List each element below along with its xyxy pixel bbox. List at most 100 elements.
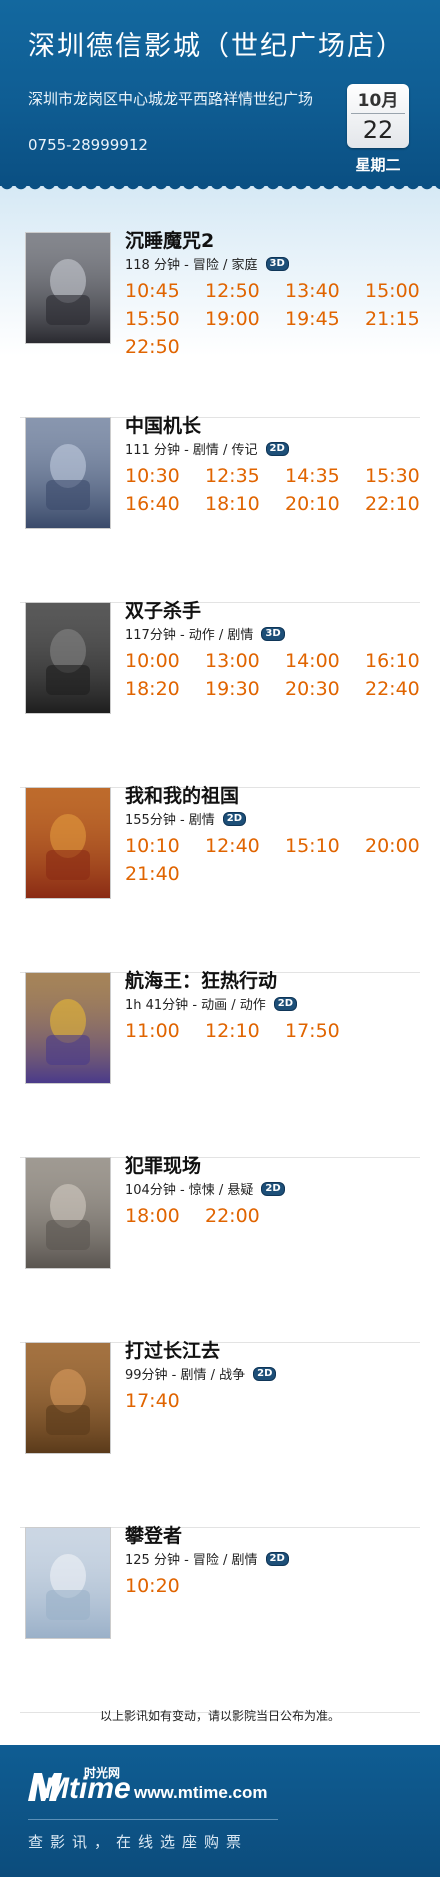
showtime-button[interactable]: 16:40 (125, 493, 180, 515)
showtime-button[interactable]: 10:45 (125, 280, 180, 302)
movie-meta-row: 104分钟 - 惊悚 / 悬疑 2D (125, 1179, 285, 1198)
showtime-button[interactable]: 21:15 (365, 308, 420, 330)
movie-meta-row: 111 分钟 - 剧情 / 传记 2D (125, 439, 289, 458)
movie-item[interactable]: 犯罪现场 104分钟 - 惊悚 / 悬疑 2D 18:00 22:00 (20, 1155, 420, 1343)
movie-title[interactable]: 双子杀手 (125, 596, 201, 623)
cinema-address: 深圳市龙岗区中心城龙平西路祥情世纪广场 (28, 90, 314, 108)
disclaimer-text: 以上影讯如有变动，请以影院当日公布为准。 (99, 1709, 340, 1723)
cinema-phone[interactable]: 0755-28999912 (28, 136, 148, 154)
showtime-button[interactable]: 20:30 (285, 678, 340, 700)
footer-divider (28, 1819, 278, 1820)
movie-item[interactable]: 打过长江去 99分钟 - 剧情 / 战争 2D 17:40 (20, 1340, 420, 1528)
showtime-button[interactable]: 19:45 (285, 308, 340, 330)
movie-meta: 99分钟 - 剧情 / 战争 (125, 1368, 246, 1383)
showtime-button[interactable]: 10:20 (125, 1575, 180, 1597)
movie-poster-image[interactable] (25, 972, 111, 1084)
showtime-button[interactable]: 22:50 (125, 336, 180, 358)
showtime-button[interactable]: 17:50 (285, 1020, 340, 1042)
movie-title[interactable]: 沉睡魔咒2 (125, 226, 214, 253)
movie-poster-image[interactable] (25, 232, 111, 344)
brand-word: Mtime (44, 1772, 131, 1805)
movie-meta-row: 99分钟 - 剧情 / 战争 2D (125, 1364, 277, 1383)
movie-item[interactable]: 攀登者 125 分钟 - 冒险 / 剧情 2D 10:20 (20, 1525, 420, 1713)
showtime-button[interactable]: 22:40 (365, 678, 420, 700)
format-badge: 3D (261, 626, 285, 641)
brand-url[interactable]: www.mtime.com (134, 1783, 268, 1803)
movie-meta: 104分钟 - 惊悚 / 悬疑 (125, 1183, 254, 1198)
header-scallop-edge (0, 183, 440, 199)
cinema-schedule-page: 深圳德信影城（世纪广场店） 深圳市龙岗区中心城龙平西路祥情世纪广场 0755-2… (0, 0, 440, 1877)
format-badge: 2D (261, 1181, 285, 1196)
showtime-button[interactable]: 11:00 (125, 1020, 180, 1042)
showtime-button[interactable]: 22:10 (365, 493, 420, 515)
movie-meta-row: 118 分钟 - 冒险 / 家庭 3D (125, 254, 289, 273)
showtime-button[interactable]: 12:50 (205, 280, 260, 302)
footer-tagline: 查影讯，在线选座购票 (28, 1833, 249, 1851)
showtime-button[interactable]: 15:00 (365, 280, 420, 302)
movie-meta: 125 分钟 - 冒险 / 剧情 (125, 1553, 258, 1568)
format-badge: 3D (265, 256, 289, 271)
movie-title[interactable]: 航海王：狂热行动 (125, 966, 277, 993)
movie-title[interactable]: 打过长江去 (125, 1336, 220, 1363)
movie-poster-image[interactable] (25, 1157, 111, 1269)
showtime-button[interactable]: 15:50 (125, 308, 180, 330)
showtime-button[interactable]: 10:10 (125, 835, 180, 857)
movie-meta: 118 分钟 - 冒险 / 家庭 (125, 258, 258, 273)
movie-title[interactable]: 我和我的祖国 (125, 781, 239, 808)
showtime-button[interactable]: 18:10 (205, 493, 260, 515)
showtime-button[interactable]: 19:30 (205, 678, 260, 700)
movie-meta-row: 155分钟 - 剧情 2D (125, 809, 247, 828)
showtime-button[interactable]: 21:40 (125, 863, 180, 885)
movie-poster-image[interactable] (25, 602, 111, 714)
format-badge: 2D (253, 1366, 277, 1381)
showtime-button[interactable]: 13:00 (205, 650, 260, 672)
cinema-name: 深圳德信影城（世纪广场店） (28, 31, 405, 62)
movie-title[interactable]: 犯罪现场 (125, 1151, 201, 1178)
format-badge: 2D (265, 441, 289, 456)
showtime-button[interactable]: 18:20 (125, 678, 180, 700)
movie-item[interactable]: 航海王：狂热行动 1h 41分钟 - 动画 / 动作 2D 11:00 12:10 17:… (20, 970, 420, 1158)
movie-poster-image[interactable] (25, 1527, 111, 1639)
date-divider (351, 113, 405, 114)
showtime-button[interactable]: 16:10 (365, 650, 420, 672)
showtime-button[interactable]: 10:00 (125, 650, 180, 672)
format-badge: 2D (265, 1551, 289, 1566)
movie-meta: 117分钟 - 动作 / 剧情 (125, 628, 254, 643)
movie-item[interactable]: 中国机长 111 分钟 - 剧情 / 传记 2D 10:30 12:35 14:35 15:… (20, 415, 420, 603)
showtime-button[interactable]: 12:35 (205, 465, 260, 487)
showtime-button[interactable]: 14:35 (285, 465, 340, 487)
movie-meta-row: 125 分钟 - 冒险 / 剧情 2D (125, 1549, 289, 1568)
movie-poster-image[interactable] (25, 1342, 111, 1454)
showtime-button[interactable]: 20:00 (365, 835, 420, 857)
showtime-button[interactable]: 14:00 (285, 650, 340, 672)
showtime-button[interactable]: 20:10 (285, 493, 340, 515)
movie-item[interactable]: 我和我的祖国 155分钟 - 剧情 2D 10:10 12:40 15:10 20:00 21… (20, 785, 420, 973)
showtime-button[interactable]: 13:40 (285, 280, 340, 302)
date-month: 10月 (357, 91, 399, 111)
header: 深圳德信影城（世纪广场店） 深圳市龙岗区中心城龙平西路祥情世纪广场 0755-2… (0, 0, 440, 186)
movie-poster-image[interactable] (25, 787, 111, 899)
showtime-button[interactable]: 17:40 (125, 1390, 180, 1412)
movie-meta: 111 分钟 - 剧情 / 传记 (125, 443, 258, 458)
showtime-button[interactable]: 15:10 (285, 835, 340, 857)
movie-poster-image[interactable] (25, 417, 111, 529)
calendar-date-badge: 10月 22 (347, 84, 409, 148)
showtime-button[interactable]: 18:00 (125, 1205, 180, 1227)
showtime-button[interactable]: 12:40 (205, 835, 260, 857)
format-badge: 2D (273, 996, 298, 1011)
showtime-button[interactable]: 15:30 (365, 465, 420, 487)
movie-meta: 155分钟 - 剧情 (125, 813, 215, 828)
showtime-button[interactable]: 19:00 (205, 308, 260, 330)
movie-meta-row: 1h 41分钟 - 动画 / 动作 2D (125, 994, 298, 1013)
movie-title[interactable]: 攀登者 (125, 1521, 182, 1548)
showtime-button[interactable]: 10:30 (125, 465, 180, 487)
movie-title[interactable]: 中国机长 (125, 411, 201, 438)
movie-item[interactable]: 沉睡魔咒2 118 分钟 - 冒险 / 家庭 3D 10:45 12:50 13:40 15… (20, 230, 420, 418)
showtime-button[interactable]: 22:00 (205, 1205, 260, 1227)
format-badge: 2D (222, 811, 247, 826)
movie-item[interactable]: 双子杀手 117分钟 - 动作 / 剧情 3D 10:00 13:00 14:00 16:1… (20, 600, 420, 788)
footer: 时光网 Mtime www.mtime.com 查影讯，在线选座购票 (0, 1745, 440, 1877)
showtime-button[interactable]: 12:10 (205, 1020, 260, 1042)
weekday: 星期二 (355, 156, 401, 174)
movie-meta-row: 117分钟 - 动作 / 剧情 3D (125, 624, 285, 643)
